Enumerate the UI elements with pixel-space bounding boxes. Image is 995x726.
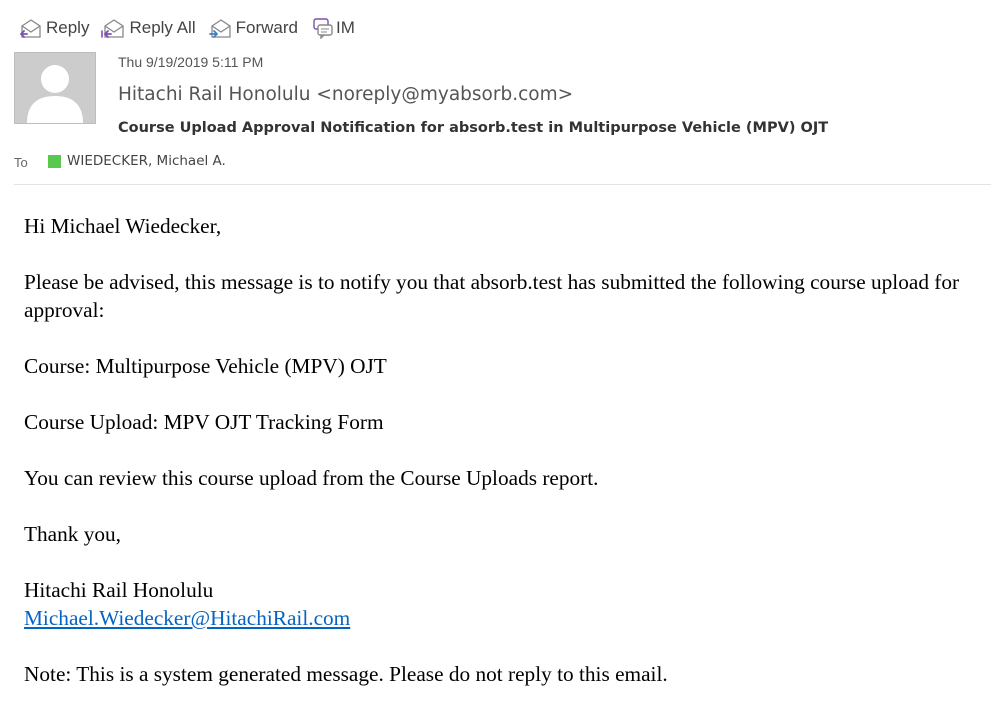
reply-button[interactable]: Reply [18,17,89,39]
thanks-line: Thank you, [24,522,122,546]
recipient-row: To WIEDECKER, Michael A. [14,152,226,170]
course-line: Course: Multipurpose Vehicle (MPV) OJT [24,354,387,378]
forward-icon [208,17,234,39]
forward-button[interactable]: Forward [208,17,298,39]
course-upload-line: Course Upload: MPV OJT Tracking Form [24,410,384,434]
reply-all-label: Reply All [129,18,196,37]
message-body: Hi Michael Wiedecker, Please be advised,… [24,212,984,716]
header-divider [14,184,991,185]
avatar [14,52,96,124]
reply-all-icon [101,17,127,39]
message-subject: Course Upload Approval Notification for … [118,120,829,136]
greeting: Hi Michael Wiedecker, [24,214,222,238]
presence-indicator [48,154,61,168]
im-button[interactable]: IM [310,17,355,39]
recipient-name[interactable]: WIEDECKER, Michael A. [67,153,226,169]
reply-all-button[interactable]: Reply All [101,17,196,39]
intro-paragraph: Please be advised, this message is to no… [24,270,960,322]
person-icon [27,65,83,123]
to-label: To [14,155,28,170]
reply-icon [18,17,44,39]
message-date: Thu 9/19/2019 5:11 PM [118,54,264,70]
message-sender[interactable]: Hitachi Rail Honolulu <noreply@myabsorb.… [118,84,573,105]
reply-label: Reply [46,18,90,37]
im-label: IM [335,18,355,37]
forward-label: Forward [235,18,298,37]
message-toolbar: Reply Reply All Forward IM [18,14,355,42]
signature: Hitachi Rail Honolulu Michael.Wiedecker@… [24,576,984,632]
im-icon [310,17,334,39]
signature-name: Hitachi Rail Honolulu [24,578,214,602]
signature-email-link[interactable]: Michael.Wiedecker@HitachiRail.com [24,606,350,630]
note-line: Note: This is a system generated message… [24,662,668,686]
review-line: You can review this course upload from t… [24,466,599,490]
